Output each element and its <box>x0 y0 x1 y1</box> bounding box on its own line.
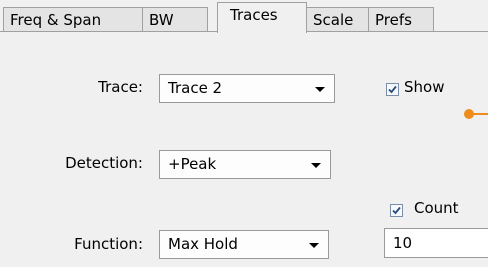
tab-bw-label: BW <box>149 11 174 29</box>
tab-scale-label: Scale <box>313 11 354 29</box>
show-label: Show <box>404 78 445 96</box>
function-select[interactable]: Max Hold <box>159 230 329 259</box>
tab-bw[interactable]: BW <box>142 7 208 32</box>
tab-prefs[interactable]: Prefs <box>368 7 434 32</box>
function-select-value: Max Hold <box>168 235 238 253</box>
checkmark-icon <box>392 206 401 215</box>
tab-freq-span[interactable]: Freq & Span <box>3 7 143 32</box>
checkmark-icon <box>388 85 397 94</box>
tab-scale[interactable]: Scale <box>306 7 369 32</box>
chevron-down-icon <box>315 87 325 92</box>
trace-select-value: Trace 2 <box>168 79 223 97</box>
chevron-down-icon <box>309 243 319 248</box>
count-checkbox[interactable] <box>390 204 403 217</box>
detection-select[interactable]: +Peak <box>159 150 331 179</box>
detection-label: Detection: <box>65 154 143 172</box>
trace-label: Trace: <box>98 78 143 96</box>
count-label: Count <box>414 199 459 217</box>
tab-traces[interactable]: Traces <box>217 2 307 33</box>
traces-panel: Trace: Trace 2 Show Detection: +Peak Cou… <box>0 32 488 267</box>
tab-freq-span-label: Freq & Span <box>10 11 102 29</box>
count-input-value: 10 <box>393 234 413 252</box>
tab-traces-label: Traces <box>230 6 278 24</box>
tab-bar: Freq & Span BW Traces Scale Prefs <box>0 0 488 33</box>
trace-select[interactable]: Trace 2 <box>159 74 335 103</box>
detection-select-value: +Peak <box>168 155 217 173</box>
count-input[interactable]: 10 <box>384 228 488 258</box>
tab-prefs-label: Prefs <box>375 11 412 29</box>
marker-dot-icon <box>464 109 474 119</box>
function-label: Function: <box>74 235 143 253</box>
chevron-down-icon <box>311 163 321 168</box>
show-checkbox[interactable] <box>386 83 399 96</box>
